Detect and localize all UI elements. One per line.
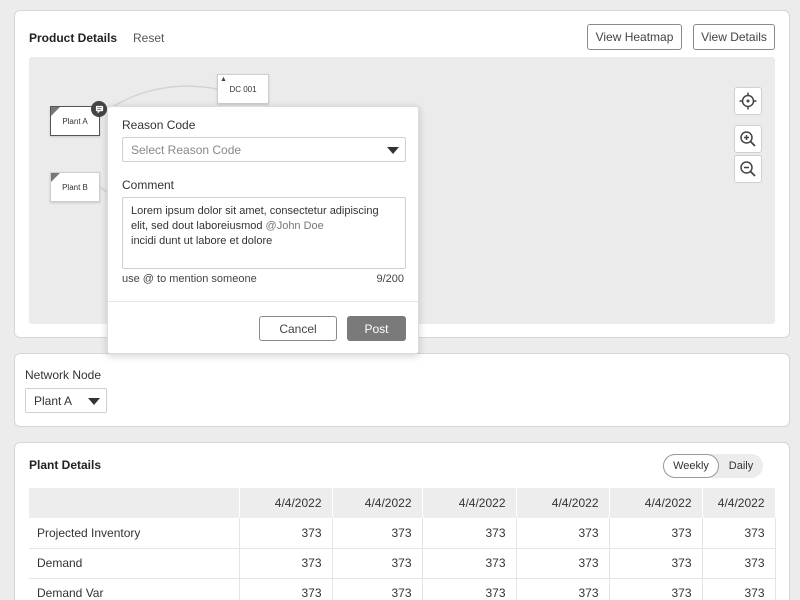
comment-popup: Reason Code Select Reason Code Comment L… <box>107 106 419 354</box>
table-cell: 373 <box>239 578 333 600</box>
network-node-card: Network Node Plant A <box>14 353 790 427</box>
row-label: Demand Var <box>29 578 240 600</box>
reset-link[interactable]: Reset <box>133 31 164 45</box>
cancel-button[interactable]: Cancel <box>259 316 337 341</box>
table-cell: 373 <box>516 518 610 549</box>
table-cell: 373 <box>609 518 703 549</box>
table-cell: 373 <box>702 548 776 579</box>
row-label: Projected Inventory <box>29 518 240 549</box>
table-row: Projected Inventory 373 373 373 373 373 … <box>29 518 776 549</box>
table-cell: 373 <box>422 578 517 600</box>
zoom-in-icon <box>740 131 756 147</box>
comment-badge-icon[interactable] <box>91 101 107 117</box>
table-header-cell: 4/4/2022 <box>516 488 610 518</box>
period-toggle: Weekly Daily <box>663 454 763 478</box>
plant-details-title: Plant Details <box>29 458 102 472</box>
plant-details-card: Plant Details Weekly Daily 4/4/2022 4/4/… <box>14 442 790 600</box>
table-header-row: 4/4/2022 4/4/2022 4/4/2022 4/4/2022 4/4/… <box>29 488 776 518</box>
view-heatmap-button[interactable]: View Heatmap <box>587 24 682 50</box>
table-header-cell <box>29 488 240 518</box>
table-cell: 373 <box>239 518 333 549</box>
table-cell: 373 <box>516 578 610 600</box>
map-node-label: Plant A <box>62 116 88 126</box>
zoom-out-icon <box>740 161 756 177</box>
network-node-label: Network Node <box>25 368 102 382</box>
reason-code-select[interactable]: Select Reason Code <box>122 137 406 162</box>
comment-line: elit, sed dout laboreiusmod <box>131 220 263 232</box>
map-node-label: DC 001 <box>229 84 257 94</box>
network-node-value: Plant A <box>34 393 73 408</box>
table-cell: 373 <box>332 578 423 600</box>
table-header-cell: 4/4/2022 <box>332 488 423 518</box>
table-cell: 373 <box>422 548 517 579</box>
chevron-down-icon <box>387 147 399 154</box>
view-details-button[interactable]: View Details <box>693 24 775 50</box>
comment-line: incidi dunt ut labore et dolore <box>131 235 273 247</box>
table-cell: 373 <box>332 518 423 549</box>
table-cell: 373 <box>609 548 703 579</box>
table-header-cell: 4/4/2022 <box>422 488 517 518</box>
table-header-cell: 4/4/2022 <box>702 488 776 518</box>
table-header-cell: 4/4/2022 <box>239 488 333 518</box>
toggle-daily[interactable]: Daily <box>719 454 763 478</box>
post-button[interactable]: Post <box>347 316 406 341</box>
comment-label: Comment <box>122 178 175 192</box>
map-node-plant-b[interactable]: Plant B <box>50 172 100 202</box>
recenter-button[interactable] <box>734 87 762 115</box>
mention-hint: use @ to mention someone <box>122 273 257 285</box>
product-details-title: Product Details <box>29 31 118 45</box>
mention-tag: @John Doe <box>265 220 324 232</box>
table-cell: 373 <box>516 548 610 579</box>
reason-code-placeholder: Select Reason Code <box>131 142 242 157</box>
zoom-in-button[interactable] <box>734 125 762 153</box>
chevron-down-icon <box>88 398 100 405</box>
zoom-out-button[interactable] <box>734 155 762 183</box>
table-cell: 373 <box>702 578 776 600</box>
table-header-cell: 4/4/2022 <box>609 488 703 518</box>
table-cell: 373 <box>332 548 423 579</box>
table-cell: 373 <box>702 518 776 549</box>
comment-line: Lorem ipsum dolor sit amet, consectetur … <box>131 205 379 217</box>
reason-code-label: Reason Code <box>122 118 196 132</box>
table-cell: 373 <box>609 578 703 600</box>
table-row: Demand Var 373 373 373 373 373 373 <box>29 578 776 600</box>
comment-textarea[interactable]: Lorem ipsum dolor sit amet, consectetur … <box>122 197 406 269</box>
table-cell: 373 <box>422 518 517 549</box>
warning-icon: ▲ <box>220 76 227 83</box>
character-counter: 9/200 <box>376 273 404 285</box>
map-node-label: Plant B <box>62 182 88 192</box>
plant-details-table: 4/4/2022 4/4/2022 4/4/2022 4/4/2022 4/4/… <box>29 488 776 600</box>
table-cell: 373 <box>239 548 333 579</box>
network-node-select[interactable]: Plant A <box>25 388 107 413</box>
crosshair-icon <box>739 92 757 110</box>
toggle-weekly[interactable]: Weekly <box>663 454 719 478</box>
divider <box>108 301 418 302</box>
map-node-dc-001[interactable]: ▲ DC 001 <box>217 74 269 104</box>
table-row: Demand 373 373 373 373 373 373 <box>29 548 776 579</box>
row-label: Demand <box>29 548 240 579</box>
